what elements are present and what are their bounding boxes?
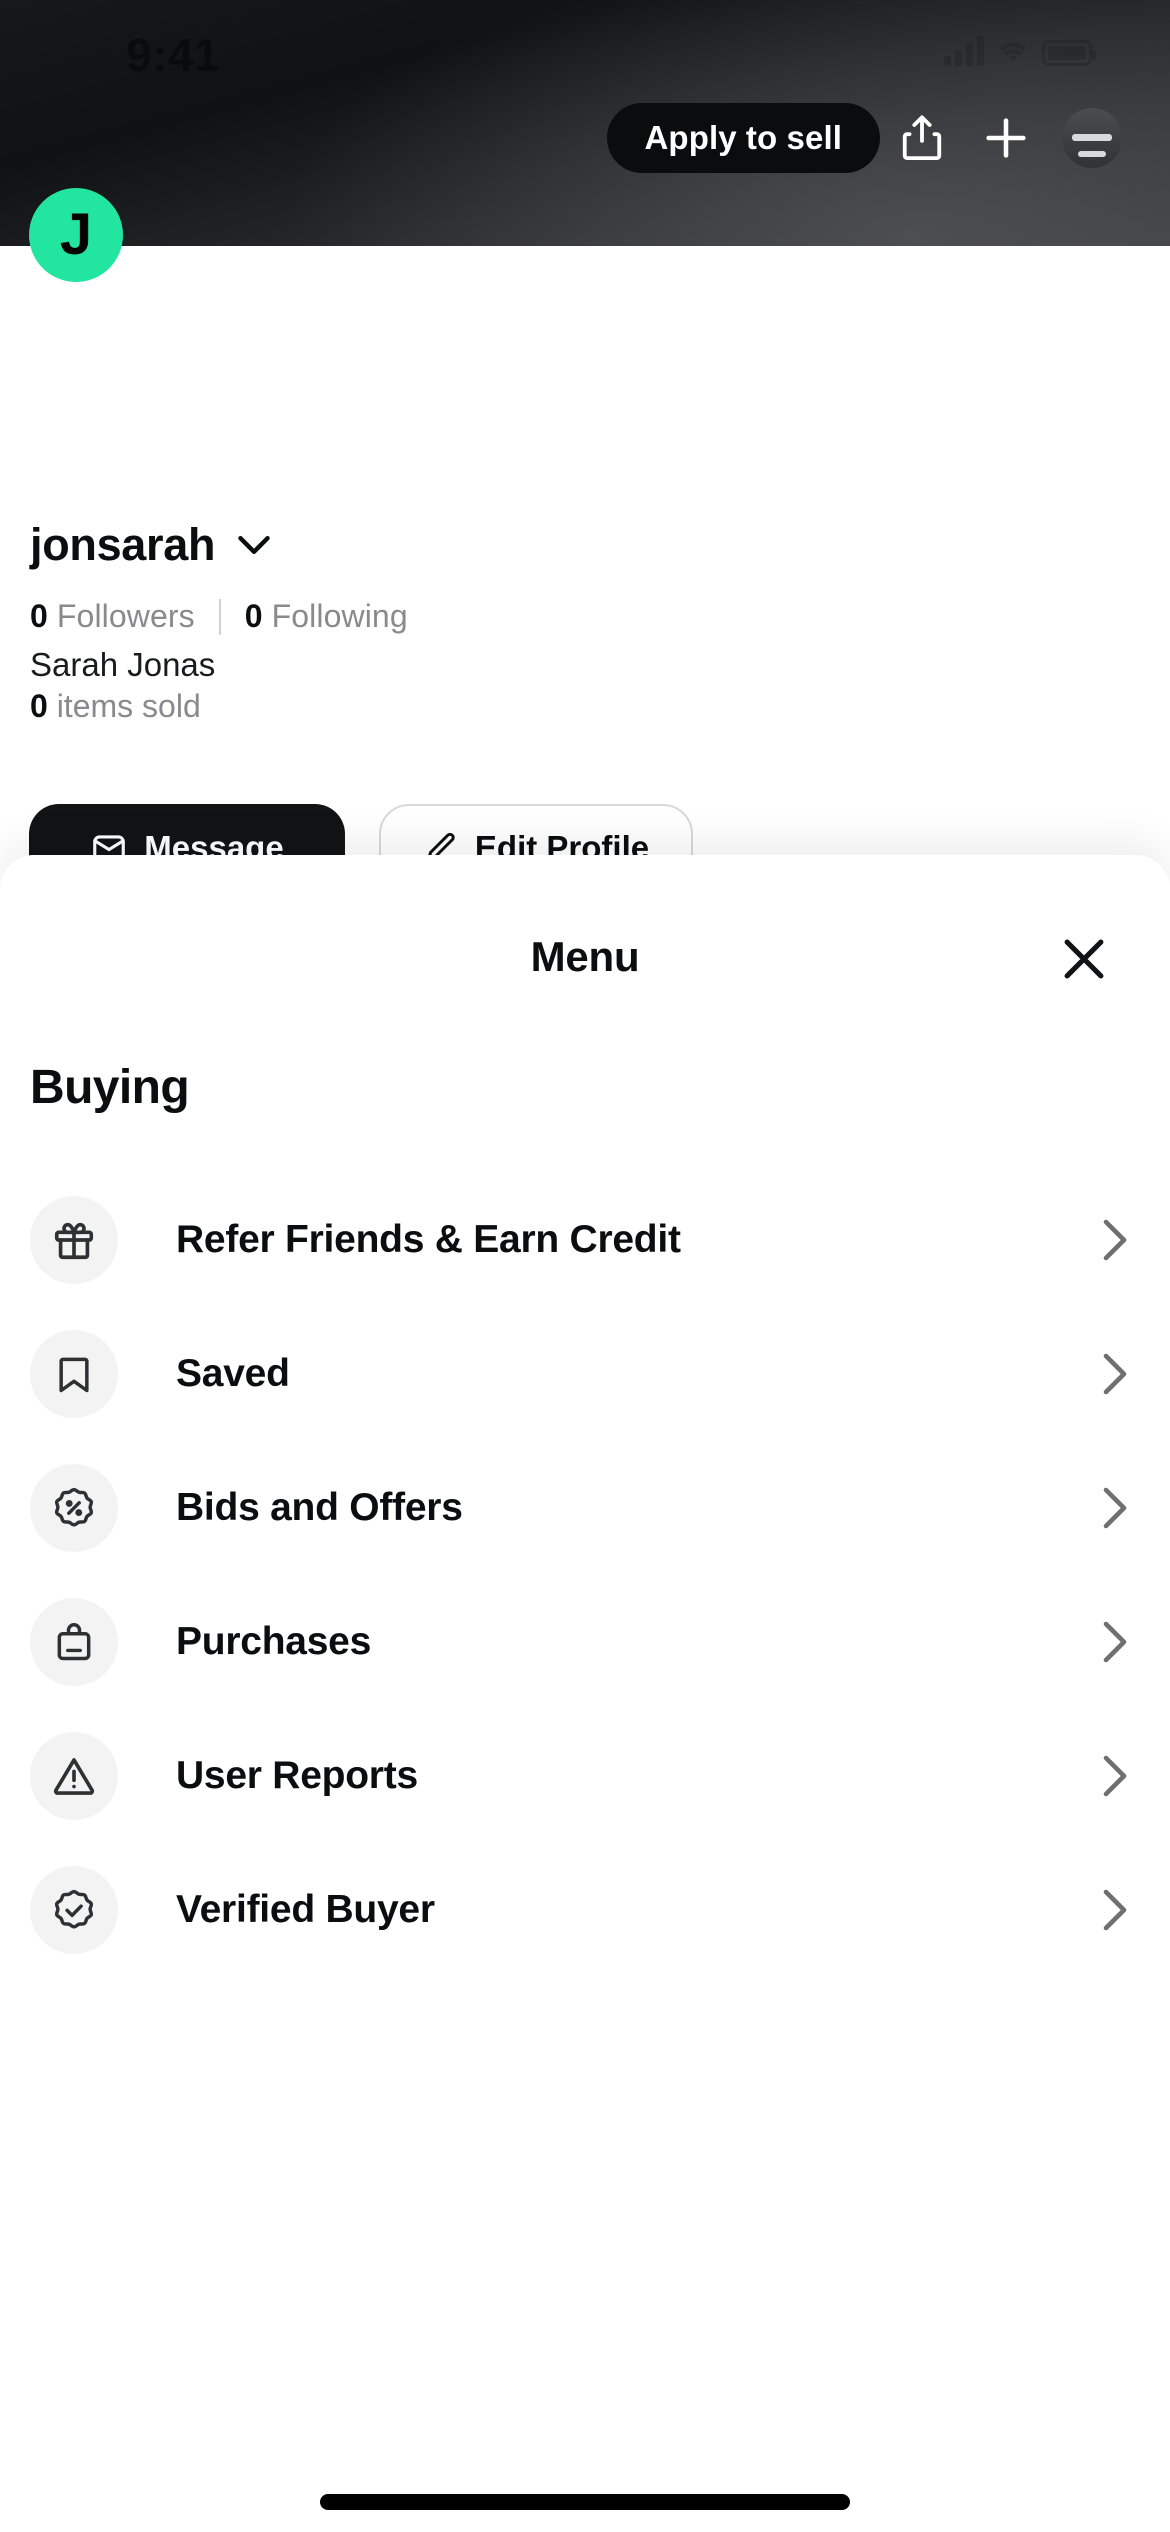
battery-icon [1042,40,1096,66]
following-stat[interactable]: 0 Following [245,598,408,635]
profile-full-name: Sarah Jonas [30,646,216,683]
profile-stats: 0 Followers 0 Following [30,598,408,635]
sheet-title: Menu [530,933,640,980]
menu-item-label: Refer Friends & Earn Credit [176,1218,681,1261]
menu-item-label: Purchases [176,1620,372,1663]
profile-cover-header: 9:41 Apply to sell [0,0,1170,246]
menu-item-saved[interactable]: Saved [0,1307,1170,1441]
followers-stat[interactable]: 0 Followers [30,598,195,635]
chevron-right-icon [1102,1352,1128,1396]
page-title: jonsarah [30,519,216,570]
items-sold-count: 0 [30,688,48,724]
menu-item-refer-friends[interactable]: Refer Friends & Earn Credit [0,1173,1170,1307]
stats-divider [218,598,221,635]
items-sold-stat: 0 items sold [30,688,201,725]
menu-list: Refer Friends & Earn Credit Saved Bids a… [0,1173,1170,1977]
menu-item-label: User Reports [176,1754,418,1797]
percent-badge-icon [30,1464,118,1552]
menu-item-purchases[interactable]: Purchases [0,1575,1170,1709]
sheet-header: Menu [0,855,1170,1060]
menu-item-label: Saved [176,1352,290,1395]
followers-label: Followers [56,598,195,634]
menu-item-verified-buyer[interactable]: Verified Buyer [0,1843,1170,1977]
status-bar-clock: 9:41 [126,29,220,81]
status-bar-indicators [944,36,1096,66]
chevron-right-icon [1102,1620,1128,1664]
header-actions: Apply to sell [606,96,1122,180]
cellular-signal-icon [944,36,984,66]
verified-check-badge-icon [30,1866,118,1954]
close-icon[interactable] [1046,921,1122,997]
plus-icon[interactable] [964,96,1048,180]
chevron-right-icon [1102,1486,1128,1530]
warning-triangle-icon [30,1732,118,1820]
share-icon[interactable] [880,96,964,180]
items-sold-label: items sold [56,688,201,724]
following-label: Following [271,598,408,634]
menu-item-label: Verified Buyer [176,1888,435,1931]
followers-count: 0 [30,598,48,634]
section-heading-buying: Buying [30,1061,190,1114]
following-count: 0 [244,598,263,634]
status-bar: 9:41 [0,0,1170,110]
chevron-right-icon [1102,1754,1128,1798]
gift-icon [30,1196,118,1284]
shopping-bag-icon [30,1598,118,1686]
menu-item-label: Bids and Offers [176,1486,463,1529]
menu-bottom-sheet: Menu Buying Refer Friends & Earn Credit [0,855,1170,2532]
chevron-down-icon[interactable] [237,534,271,556]
wifi-icon [996,38,1030,66]
bookmark-icon [30,1330,118,1418]
account-avatar-icon[interactable] [1062,108,1122,168]
menu-item-user-reports[interactable]: User Reports [0,1709,1170,1843]
chevron-right-icon [1102,1888,1128,1932]
username-row[interactable]: jonsarah [30,519,271,571]
avatar[interactable]: J [29,188,123,282]
menu-item-bids-and-offers[interactable]: Bids and Offers [0,1441,1170,1575]
chevron-right-icon [1102,1218,1128,1262]
apply-to-sell-button[interactable]: Apply to sell [606,103,880,173]
home-indicator [320,2494,850,2510]
